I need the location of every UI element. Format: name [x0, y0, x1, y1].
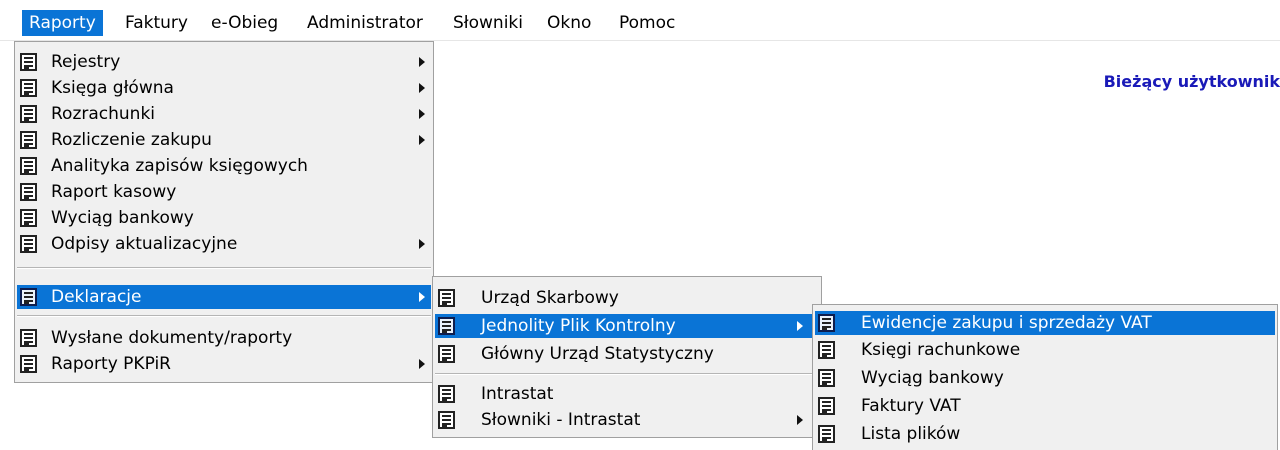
menu-item-label: Raporty PKPiR: [51, 354, 171, 374]
menu-item-faktury-vat[interactable]: Faktury VAT: [815, 394, 1275, 418]
menu-separator: [17, 315, 431, 317]
menu-item-label: Rozrachunki: [51, 104, 156, 124]
report-icon: [20, 355, 37, 373]
menu-item-slowniki-intrastat[interactable]: Słowniki - Intrastat: [435, 408, 819, 432]
menu-item-wyciag-bankowy-jpk[interactable]: Wyciąg bankowy: [815, 366, 1275, 390]
report-icon: [818, 425, 835, 443]
menu-item-label: Analityka zapisów księgowych: [51, 156, 308, 176]
menu-item-label: Urząd Skarbowy: [481, 288, 619, 308]
report-icon: [438, 317, 455, 335]
menu-item-label: Rejestry: [51, 52, 121, 72]
menu-item-label: Słowniki - Intrastat: [481, 410, 641, 430]
menu-item-label: Lista plików: [861, 424, 961, 444]
menu-item-intrastat[interactable]: Intrastat: [435, 382, 819, 406]
report-icon: [818, 369, 835, 387]
submenu-arrow-icon: [419, 292, 425, 302]
report-icon: [818, 314, 835, 332]
menu-item-ksiegi-rachunkowe[interactable]: Księgi rachunkowe: [815, 338, 1275, 362]
menu-item-label: Jednolity Plik Kontrolny: [481, 316, 676, 336]
menu-item-label: Raport kasowy: [51, 182, 177, 202]
menu-item-jednolity-plik-kontrolny[interactable]: Jednolity Plik Kontrolny: [435, 314, 819, 338]
menu-item-label: Wyciąg bankowy: [861, 368, 1004, 388]
menu-item-label: Główny Urząd Statystyczny: [481, 344, 714, 364]
jpk-submenu: Ewidencje zakupu i sprzedaży VAT Księgi …: [812, 304, 1278, 450]
report-icon: [438, 345, 455, 363]
report-icon: [818, 341, 835, 359]
menubar-pomoc[interactable]: Pomoc: [612, 10, 682, 36]
menu-item-label: Wysłane dokumenty/raporty: [51, 328, 293, 348]
menu-item-label: Deklaracje: [51, 287, 142, 307]
submenu-arrow-icon: [797, 415, 803, 425]
menu-item-raport-kasowy[interactable]: Raport kasowy: [17, 180, 431, 204]
menu-item-urzad-skarbowy[interactable]: Urząd Skarbowy: [435, 286, 819, 310]
menu-item-label: Księga główna: [51, 78, 174, 98]
report-icon: [438, 411, 455, 429]
menubar-e-obieg[interactable]: e-Obieg: [204, 10, 285, 36]
deklaracje-submenu: Urząd Skarbowy Jednolity Plik Kontrolny …: [432, 276, 822, 438]
menu-bar: Raporty Faktury e-Obieg Administrator Sł…: [0, 0, 1280, 41]
menu-item-label: Wyciąg bankowy: [51, 208, 194, 228]
menu-item-analityka-zapisow[interactable]: Analityka zapisów księgowych: [17, 154, 431, 178]
menu-separator: [435, 373, 819, 375]
menu-item-rozrachunki[interactable]: Rozrachunki: [17, 102, 431, 126]
menu-item-ewidencje-vat[interactable]: Ewidencje zakupu i sprzedaży VAT: [815, 311, 1275, 335]
report-icon: [818, 397, 835, 415]
menubar-slowniki[interactable]: Słowniki: [446, 10, 530, 36]
menu-item-odpisy-aktualizacyjne[interactable]: Odpisy aktualizacyjne: [17, 232, 431, 256]
menu-item-raporty-pkpir[interactable]: Raporty PKPiR: [17, 352, 431, 376]
menu-item-glowny-urzad-statystyczny[interactable]: Główny Urząd Statystyczny: [435, 342, 819, 366]
report-icon: [20, 235, 37, 253]
submenu-arrow-icon: [419, 109, 425, 119]
menu-item-lista-plikow[interactable]: Lista plików: [815, 422, 1275, 446]
menu-item-label: Odpisy aktualizacyjne: [51, 234, 238, 254]
submenu-arrow-icon: [797, 321, 803, 331]
menu-item-label: Księgi rachunkowe: [861, 340, 1021, 360]
menu-item-label: Intrastat: [481, 384, 554, 404]
menu-item-label: Ewidencje zakupu i sprzedaży VAT: [861, 313, 1152, 333]
report-icon: [438, 385, 455, 403]
submenu-arrow-icon: [419, 135, 425, 145]
menu-item-label: Rozliczenie zakupu: [51, 130, 212, 150]
menu-item-deklaracje[interactable]: Deklaracje: [17, 285, 431, 309]
menu-item-rejestry[interactable]: Rejestry: [17, 50, 431, 74]
submenu-arrow-icon: [419, 359, 425, 369]
raporty-menu: Rejestry Księga główna Rozrachunki Rozli…: [14, 41, 434, 383]
submenu-arrow-icon: [419, 239, 425, 249]
menu-item-label: Faktury VAT: [861, 396, 961, 416]
menu-item-wyciag-bankowy[interactable]: Wyciąg bankowy: [17, 206, 431, 230]
report-icon: [20, 183, 37, 201]
report-icon: [20, 79, 37, 97]
menu-item-rozliczenie-zakupu[interactable]: Rozliczenie zakupu: [17, 128, 431, 152]
menu-item-ksiega-glowna[interactable]: Księga główna: [17, 76, 431, 100]
current-user-label: Bieżący użytkownik: [1103, 72, 1280, 91]
report-icon: [20, 105, 37, 123]
submenu-arrow-icon: [419, 83, 425, 93]
report-icon: [20, 157, 37, 175]
submenu-arrow-icon: [419, 57, 425, 67]
menubar-administrator[interactable]: Administrator: [300, 10, 430, 36]
report-icon: [438, 289, 455, 307]
report-icon: [20, 131, 37, 149]
menu-separator: [17, 267, 431, 269]
report-icon: [20, 288, 37, 306]
menubar-faktury[interactable]: Faktury: [118, 10, 195, 36]
report-icon: [20, 329, 37, 347]
menubar-raporty[interactable]: Raporty: [22, 10, 103, 36]
menubar-okno[interactable]: Okno: [540, 10, 598, 36]
report-icon: [20, 53, 37, 71]
report-icon: [20, 209, 37, 227]
menu-item-wyslane-dokumenty[interactable]: Wysłane dokumenty/raporty: [17, 326, 431, 350]
